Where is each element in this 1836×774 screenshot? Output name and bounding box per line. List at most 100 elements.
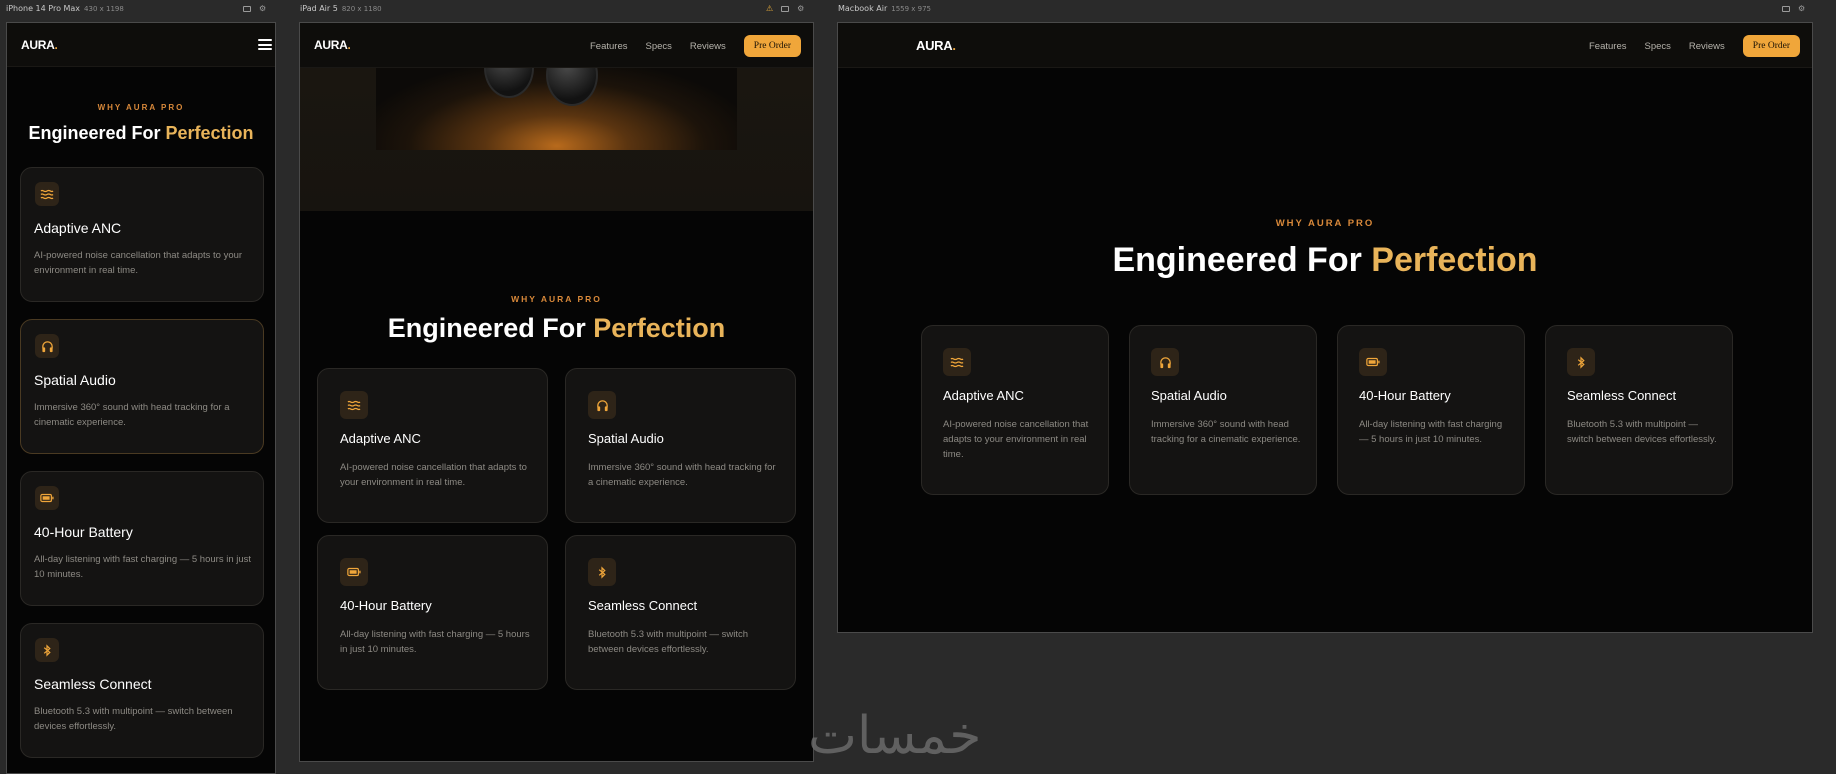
logo-text: AURA [916, 38, 953, 53]
bluetooth-icon [588, 558, 616, 586]
feature-card-anc[interactable]: Adaptive ANC AI-powered noise cancellati… [317, 368, 548, 523]
logo-dot: . [54, 38, 58, 52]
pre-order-button[interactable]: Pre Order [743, 35, 801, 57]
feature-card-spatial[interactable]: Spatial Audio Immersive 360° sound with … [565, 368, 796, 523]
nav-reviews-link[interactable]: Reviews [690, 41, 726, 52]
watermark-logo: خمسات [808, 706, 982, 766]
nav-specs-link[interactable]: Specs [645, 41, 671, 52]
nav-links: Features Specs Reviews Pre Order [1589, 35, 1800, 57]
frame-size: 430 x 1198 [84, 5, 124, 13]
settings-icon[interactable]: ⚙ [259, 4, 266, 14]
pre-order-button[interactable]: Pre Order [1742, 35, 1800, 57]
feature-desc: Bluetooth 5.3 with multipoint — switch b… [588, 629, 748, 656]
feature-card-spatial[interactable]: Spatial Audio Immersive 360° sound with … [20, 319, 264, 454]
headphones-product-image [376, 68, 737, 150]
feature-desc: AI-powered noise cancellation that adapt… [943, 419, 1089, 461]
feature-card-connect[interactable]: Seamless Connect Bluetooth 5.3 with mult… [20, 623, 264, 758]
heading-accent: Perfection [1371, 241, 1538, 279]
section-heading: Engineered For Perfection [300, 313, 813, 344]
frame-size: 1559 x 975 [891, 5, 932, 13]
nav-reviews-link[interactable]: Reviews [1689, 41, 1725, 52]
waves-icon [943, 348, 971, 376]
logo-text: AURA [314, 38, 348, 52]
battery-icon [35, 486, 59, 510]
section-eyebrow: WHY AURA PRO [97, 103, 185, 112]
feature-title: Seamless Connect [588, 598, 698, 613]
feature-desc: All-day listening with fast charging — 5… [340, 629, 530, 656]
feature-title: Adaptive ANC [34, 220, 122, 236]
feature-desc: All-day listening with fast charging — 5… [1359, 419, 1503, 446]
feature-card-connect[interactable]: Seamless Connect Bluetooth 5.3 with mult… [1545, 325, 1733, 495]
desktop-navbar: AURA. Features Specs Reviews Pre Order [838, 23, 1812, 68]
mobile-frame-controls: ⚙ [243, 4, 266, 14]
feature-title: Spatial Audio [1151, 388, 1227, 403]
feature-card-connect[interactable]: Seamless Connect Bluetooth 5.3 with mult… [565, 535, 796, 690]
frame-name: Macbook Air [838, 4, 888, 13]
rotate-icon[interactable] [1782, 6, 1790, 12]
section-eyebrow: WHY AURA PRO [511, 294, 602, 304]
feature-title: 40-Hour Battery [340, 598, 432, 613]
feature-card-spatial[interactable]: Spatial Audio Immersive 360° sound with … [1129, 325, 1317, 495]
rotate-icon[interactable] [243, 6, 251, 12]
feature-title: Spatial Audio [34, 372, 116, 388]
heading-main: Engineered For [28, 123, 166, 143]
section-heading: Engineered For Perfection [838, 241, 1812, 280]
mobile-navbar: AURA. [7, 23, 275, 67]
logo[interactable]: AURA. [916, 38, 956, 53]
feature-card-anc[interactable]: Adaptive ANC AI-powered noise cancellati… [20, 167, 264, 302]
feature-title: Seamless Connect [34, 676, 152, 692]
feature-desc: AI-powered noise cancellation that adapt… [34, 250, 243, 277]
settings-icon[interactable]: ⚙ [797, 4, 804, 14]
nav-links: Features Specs Reviews Pre Order [590, 35, 801, 57]
tablet-navbar: AURA. Features Specs Reviews Pre Order [300, 23, 813, 68]
hero-image-area [300, 68, 813, 211]
logo[interactable]: AURA. [314, 38, 351, 52]
section-eyebrow: WHY AURA PRO [1275, 218, 1375, 229]
frame-size: 820 x 1180 [341, 5, 382, 13]
logo-dot: . [952, 38, 956, 53]
logo-text: AURA [21, 38, 55, 52]
headphones-icon [588, 391, 616, 419]
heading-accent: Perfection [593, 313, 726, 343]
feature-desc: All-day listening with fast charging — 5… [34, 554, 252, 581]
feature-desc: AI-powered noise cancellation that adapt… [340, 462, 527, 489]
feature-title: 40-Hour Battery [34, 524, 133, 540]
settings-icon[interactable]: ⚙ [1798, 4, 1805, 14]
feature-card-battery[interactable]: 40-Hour Battery All-day listening with f… [1337, 325, 1525, 495]
heading-main: Engineered For [387, 313, 594, 343]
feature-title: Adaptive ANC [943, 388, 1024, 403]
desktop-frame-controls: ⚙ [1782, 4, 1805, 14]
nav-features-link[interactable]: Features [590, 41, 628, 52]
section-heading: Engineered For Perfection [7, 123, 275, 144]
desktop-device: AURA. Features Specs Reviews Pre Order W… [837, 22, 1813, 633]
desktop-frame-label: Macbook Air 1559 x 975 [838, 4, 931, 16]
waves-icon [340, 391, 368, 419]
workspace: iPhone 14 Pro Max 430 x 1198 ⚙ AURA. WHY … [0, 0, 1836, 774]
frame-name: iPad Air 5 [300, 4, 338, 13]
headphones-icon [35, 334, 59, 358]
feature-title: Adaptive ANC [340, 431, 421, 446]
feature-desc: Bluetooth 5.3 with multipoint — switch b… [1567, 419, 1717, 446]
tablet-frame-label: iPad Air 5 820 x 1180 [300, 4, 382, 16]
feature-desc: Immersive 360° sound with head tracking … [588, 462, 776, 489]
feature-card-anc[interactable]: Adaptive ANC AI-powered noise cancellati… [921, 325, 1109, 495]
feature-title: 40-Hour Battery [1359, 388, 1451, 403]
frame-name: iPhone 14 Pro Max [6, 4, 81, 13]
bluetooth-icon [35, 638, 59, 662]
logo[interactable]: AURA. [21, 38, 58, 52]
logo-dot: . [347, 38, 351, 52]
rotate-icon[interactable] [781, 6, 790, 12]
mobile-device: AURA. WHY AURA PRO Engineered For Perfec… [6, 22, 276, 774]
tablet-device: AURA. Features Specs Reviews Pre Order W… [299, 22, 814, 762]
heading-accent: Perfection [165, 123, 254, 143]
feature-card-battery[interactable]: 40-Hour Battery All-day listening with f… [317, 535, 548, 690]
feature-desc: Bluetooth 5.3 with multipoint — switch b… [34, 706, 233, 733]
warning-icon[interactable]: ⚠ [766, 4, 773, 14]
waves-icon [35, 182, 59, 206]
feature-card-battery[interactable]: 40-Hour Battery All-day listening with f… [20, 471, 264, 606]
feature-desc: Immersive 360° sound with head tracking … [34, 402, 230, 429]
hamburger-menu-icon[interactable] [258, 39, 272, 50]
nav-specs-link[interactable]: Specs [1644, 41, 1670, 52]
nav-features-link[interactable]: Features [1589, 41, 1627, 52]
heading-main: Engineered For [1112, 241, 1372, 279]
